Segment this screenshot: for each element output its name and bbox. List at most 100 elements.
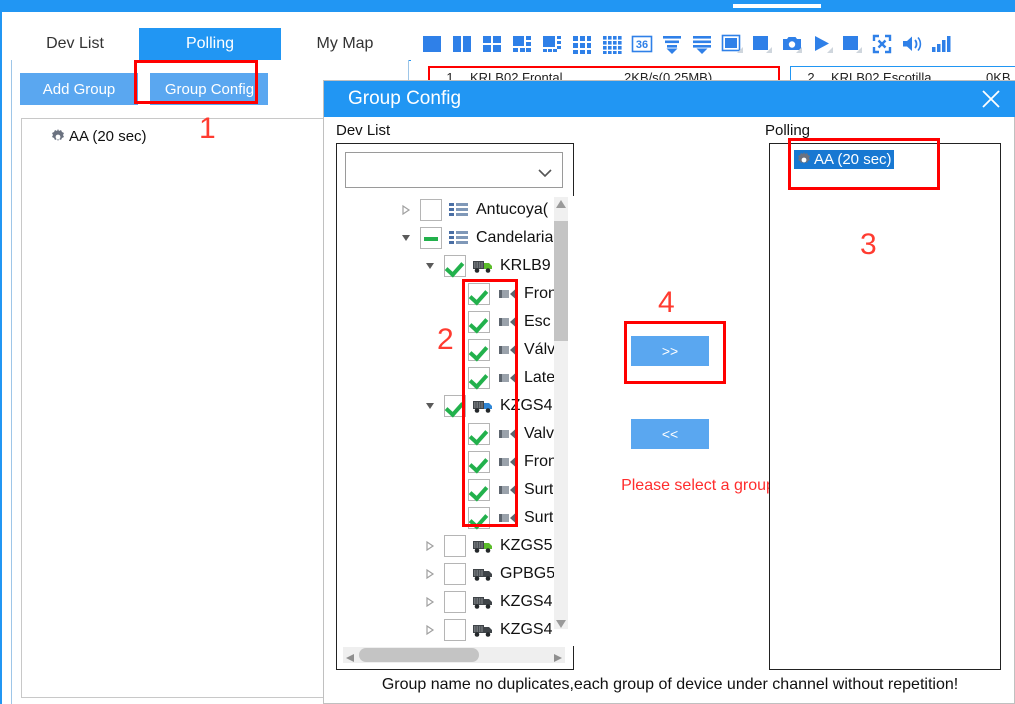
tab-polling[interactable]: Polling <box>139 28 281 60</box>
tree-node-checkbox[interactable] <box>444 395 466 417</box>
tree-node[interactable]: KRLB9 <box>338 252 560 280</box>
signal-strength-icon[interactable] <box>930 32 954 56</box>
group-config-button[interactable]: Group Config <box>150 73 269 105</box>
camera-icon <box>496 369 518 387</box>
layout-1-icon[interactable] <box>420 32 444 56</box>
close-icon[interactable] <box>976 84 1006 114</box>
tree-node-label: KZGS4 <box>500 621 553 638</box>
tree-node[interactable]: Surt <box>338 476 560 504</box>
play-icon[interactable] <box>810 32 834 56</box>
tree-node[interactable]: Late <box>338 364 560 392</box>
tree-node-label: Candelaria <box>476 229 554 246</box>
tree-vertical-scrollbar[interactable] <box>554 197 568 629</box>
camera-icon <box>496 285 518 303</box>
tree-node-checkbox[interactable] <box>468 479 490 501</box>
fit-screen-icon[interactable] <box>870 32 894 56</box>
truck-green-icon <box>472 537 494 555</box>
tree-node-checkbox[interactable] <box>444 563 466 585</box>
layout-4-icon[interactable] <box>480 32 504 56</box>
polling-item-label: AA (20 sec) <box>814 151 892 168</box>
chevron-down-icon <box>538 165 552 183</box>
tree-node-checkbox[interactable] <box>468 283 490 305</box>
snapshot-icon[interactable] <box>780 32 804 56</box>
chevron-down-icon[interactable] <box>422 260 438 272</box>
tab-dev-list[interactable]: Dev List <box>11 28 139 60</box>
window-drag-handle[interactable] <box>733 4 821 8</box>
add-group-button[interactable]: Add Group <box>20 73 138 105</box>
collapse-all-icon[interactable] <box>660 32 684 56</box>
truck-blue-icon <box>472 397 494 415</box>
camera-icon <box>496 425 518 443</box>
tree-node-label: Late <box>524 369 556 386</box>
tree-node-checkbox[interactable] <box>420 227 442 249</box>
chevron-right-icon[interactable] <box>398 204 414 216</box>
camera-icon <box>496 453 518 471</box>
tree-node[interactable]: Antucoya( <box>338 196 560 224</box>
group-config-dialog: Group Config Dev List Polling Antucoya(C… <box>323 80 1015 704</box>
tree-node-checkbox[interactable] <box>444 535 466 557</box>
tree-node[interactable]: Fron <box>338 280 560 308</box>
tree-node[interactable]: Surt <box>338 504 560 532</box>
scroll-left-icon[interactable] <box>345 650 355 668</box>
dev-list-label: Dev List <box>336 122 391 139</box>
tree-node-checkbox[interactable] <box>468 423 490 445</box>
tree-node[interactable]: KZGS4 <box>338 616 560 644</box>
tree-node-checkbox[interactable] <box>444 591 466 613</box>
scroll-up-icon[interactable] <box>555 197 567 209</box>
tree-node-checkbox[interactable] <box>468 311 490 333</box>
app-root: 36 1 KRLB02 Frontal 2KB/s(0.25MB) 2 KRLB… <box>0 0 1015 704</box>
single-window-icon[interactable] <box>750 32 774 56</box>
chevron-down-icon[interactable] <box>422 400 438 412</box>
move-right-button[interactable]: >> <box>631 336 709 366</box>
gear-icon <box>796 151 812 168</box>
video-toolbar: 36 <box>420 26 954 62</box>
tree-node-checkbox[interactable] <box>444 619 466 641</box>
list-item[interactable]: AA (20 sec) <box>50 128 147 145</box>
stop-icon[interactable] <box>840 32 864 56</box>
tree-node[interactable]: GPBG5 <box>338 560 560 588</box>
chevron-right-icon[interactable] <box>422 596 438 608</box>
tree-node[interactable]: KZGS4 <box>338 588 560 616</box>
tree-node-label: Esc <box>524 313 551 330</box>
move-left-button[interactable]: << <box>631 419 709 449</box>
layout-8-icon[interactable] <box>540 32 564 56</box>
chevron-right-icon[interactable] <box>422 568 438 580</box>
tree-node[interactable]: Candelaria <box>338 224 560 252</box>
chevron-down-icon[interactable] <box>398 232 414 244</box>
layout-2-icon[interactable] <box>450 32 474 56</box>
tree-node-label: Fron <box>524 285 557 302</box>
scroll-down-icon[interactable] <box>555 617 567 629</box>
list-item[interactable]: AA (20 sec) <box>794 150 894 169</box>
scroll-right-icon[interactable] <box>553 650 563 668</box>
scrollbar-thumb[interactable] <box>554 221 568 341</box>
tree-node-checkbox[interactable] <box>468 339 490 361</box>
tree-node[interactable]: KZGS5 <box>338 532 560 560</box>
tree-node-checkbox[interactable] <box>468 451 490 473</box>
tree-horizontal-scrollbar[interactable] <box>343 647 565 663</box>
tree-node[interactable]: Valv <box>338 420 560 448</box>
tree-node[interactable]: KZGS4 <box>338 392 560 420</box>
tree-node-checkbox[interactable] <box>468 507 490 529</box>
tab-my-map[interactable]: My Map <box>281 28 409 60</box>
chevron-right-icon[interactable] <box>422 624 438 636</box>
chevron-right-icon[interactable] <box>422 540 438 552</box>
layout-6-icon[interactable] <box>510 32 534 56</box>
expand-all-icon[interactable] <box>690 32 714 56</box>
tree-node-checkbox[interactable] <box>444 255 466 277</box>
tree-node-checkbox[interactable] <box>468 367 490 389</box>
dialog-title-bar[interactable]: Group Config <box>324 81 1015 117</box>
layout-9-icon[interactable] <box>570 32 594 56</box>
tree-node[interactable]: Fron <box>338 448 560 476</box>
fullscreen-window-icon[interactable] <box>720 32 744 56</box>
volume-icon[interactable] <box>900 32 924 56</box>
tree-node-checkbox[interactable] <box>420 199 442 221</box>
layout-36-icon[interactable]: 36 <box>630 32 654 56</box>
tree-node[interactable]: Esc <box>338 308 560 336</box>
tree-node-label: KZGS4 <box>500 593 553 610</box>
layout-16-icon[interactable] <box>600 32 624 56</box>
tree-node-label: GPBG5 <box>500 565 556 582</box>
svg-text:36: 36 <box>636 39 648 51</box>
device-filter-select[interactable] <box>345 152 563 188</box>
scrollbar-thumb[interactable] <box>359 648 479 662</box>
tree-node[interactable]: Válv <box>338 336 560 364</box>
